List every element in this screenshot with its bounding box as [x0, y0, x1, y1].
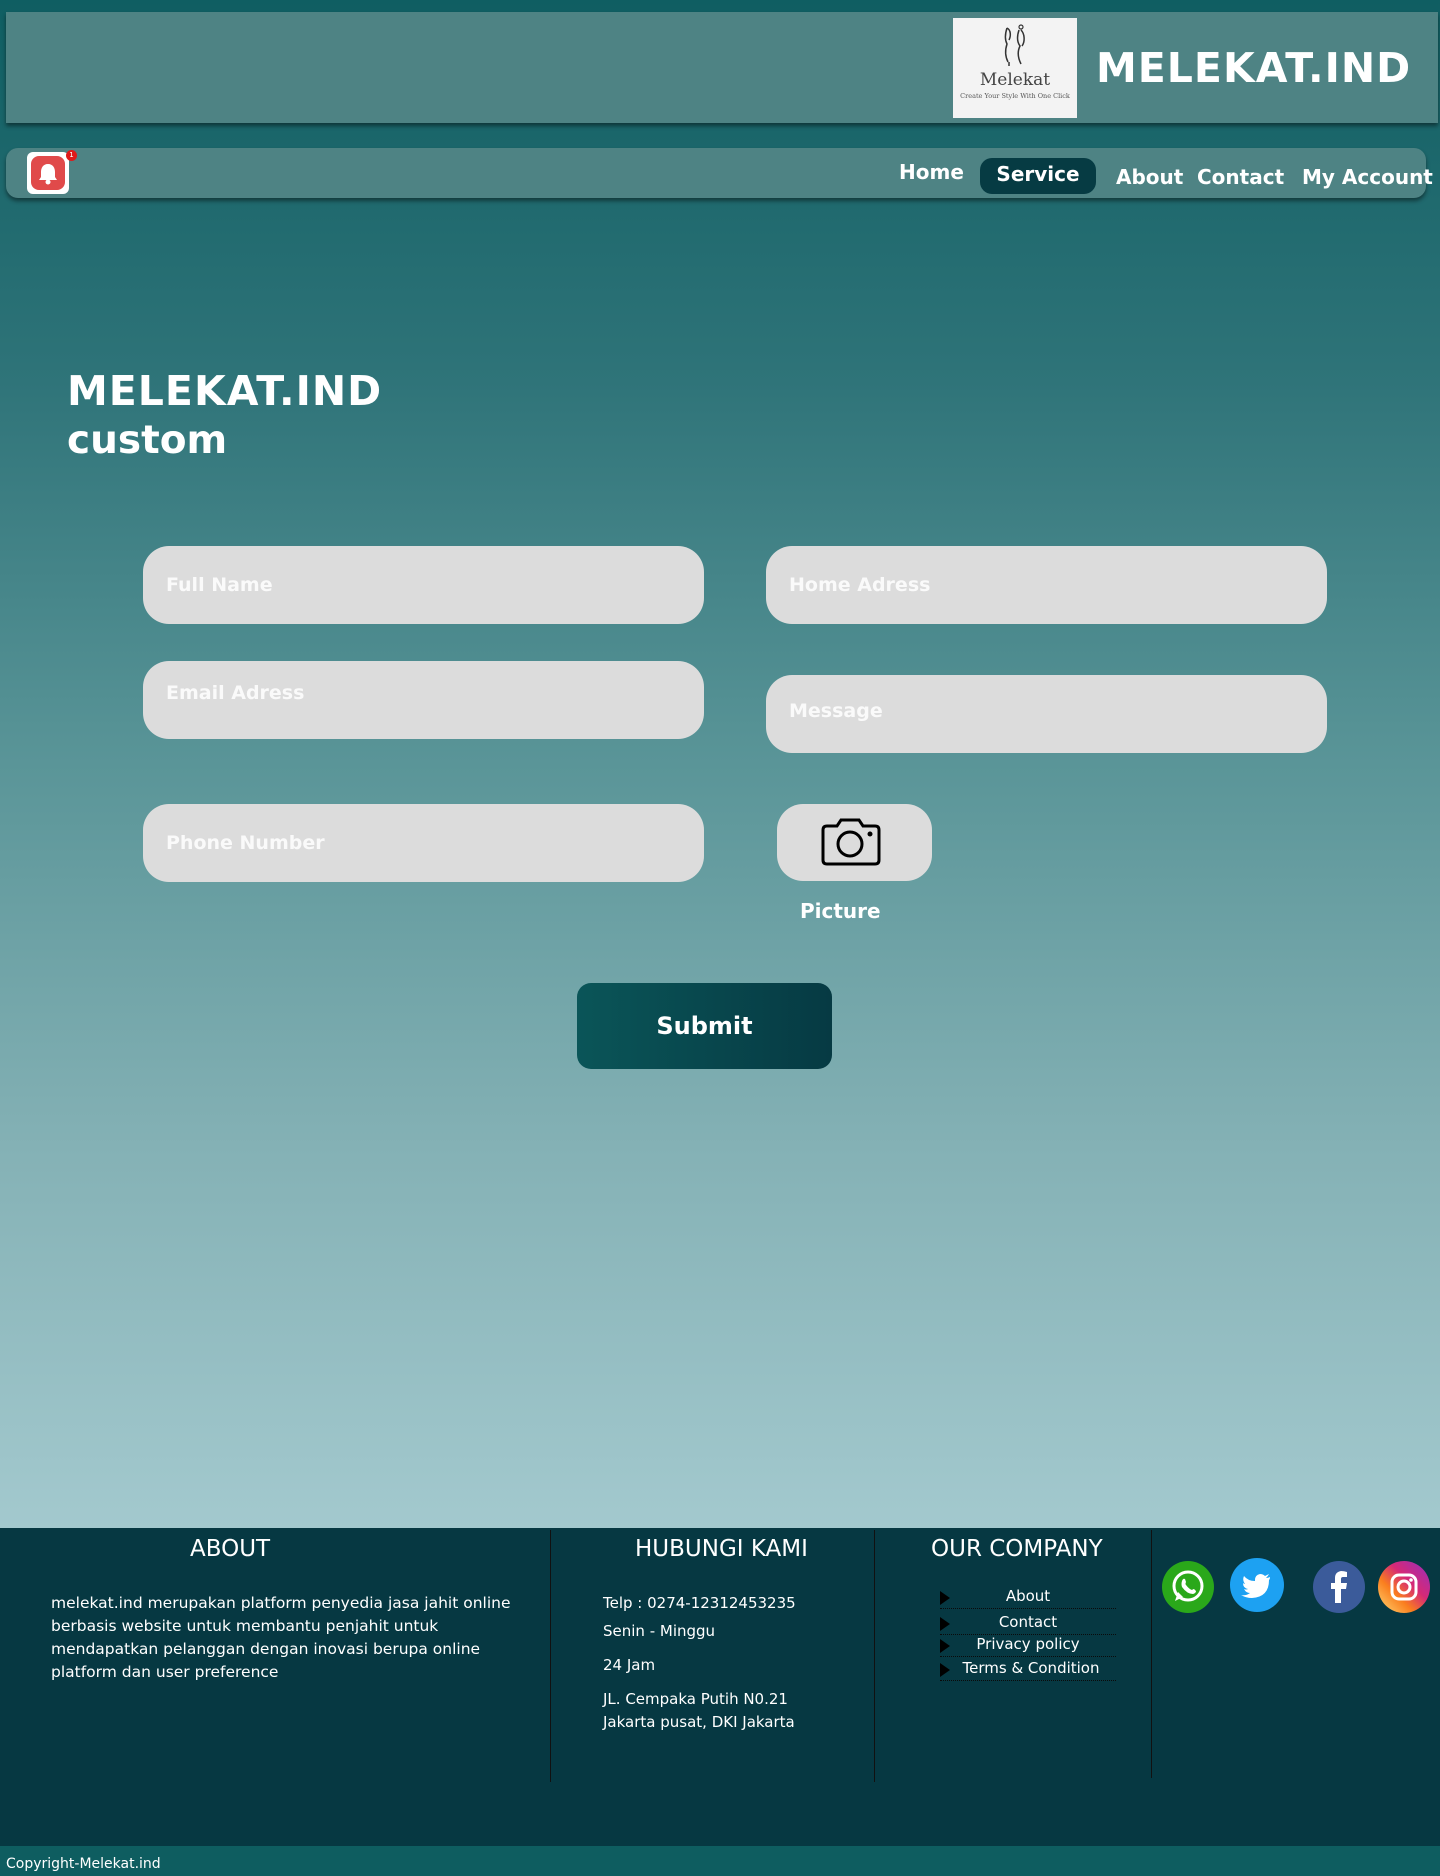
nav-contact[interactable]: Contact: [1197, 165, 1284, 189]
phone-input[interactable]: [143, 804, 704, 882]
footer-link-terms[interactable]: Terms & Condition: [940, 1658, 1116, 1681]
footer-divider: [874, 1530, 875, 1782]
footer-link-contact[interactable]: Contact: [940, 1612, 1116, 1635]
footer-about-text: melekat.ind merupakan platform penyedia …: [51, 1594, 511, 1681]
nav-about[interactable]: About: [1116, 165, 1183, 189]
nav-home[interactable]: Home: [899, 160, 964, 184]
brand-title: MELEKAT.IND: [1096, 44, 1412, 92]
twitter-icon[interactable]: [1230, 1558, 1284, 1612]
notification-badge: 1: [66, 150, 77, 161]
full-name-input[interactable]: [143, 546, 704, 624]
navbar: 1 Home Service About Contact My Account: [6, 148, 1433, 198]
message-input[interactable]: [766, 675, 1327, 753]
nav-service[interactable]: Service: [980, 158, 1096, 194]
bell-icon: [39, 164, 57, 185]
notification-icon-bg: [31, 156, 65, 190]
footer-divider: [550, 1530, 551, 1782]
contact-address-line2: Jakarta pusat, DKI Jakarta: [603, 1713, 795, 1731]
contact-hours: 24 Jam: [603, 1656, 656, 1674]
site-header: Melekat Create Your Style With One Click…: [6, 12, 1438, 123]
page-background: [0, 0, 1440, 1528]
home-address-input[interactable]: [766, 546, 1327, 624]
footer-link-privacy-policy[interactable]: Privacy policy: [940, 1634, 1116, 1657]
picture-label: Picture: [800, 899, 881, 923]
footer-divider: [1151, 1530, 1152, 1778]
contact-phone: Telp : 0274-12312453235: [603, 1594, 796, 1612]
footer-company-heading: OUR COMPANY: [931, 1536, 1103, 1562]
whatsapp-icon[interactable]: [1162, 1561, 1214, 1613]
footer-contact-heading: HUBUNGI KAMI: [635, 1536, 808, 1562]
email-input[interactable]: [143, 661, 704, 739]
contact-address-line1: JL. Cempaka Putih N0.21: [603, 1690, 788, 1708]
notification-button[interactable]: 1: [27, 150, 77, 194]
logo-tagline: Create Your Style With One Click: [960, 92, 1070, 100]
footer-about-heading: ABOUT: [190, 1536, 271, 1562]
facebook-icon[interactable]: [1313, 1561, 1365, 1613]
copyright-bar: [0, 1846, 1440, 1876]
instagram-icon[interactable]: [1378, 1561, 1430, 1613]
contact-days: Senin - Minggu: [603, 1622, 716, 1640]
picture-upload-button[interactable]: [777, 804, 932, 881]
page-title: MELEKAT.IND: [67, 367, 383, 415]
logo-name: Melekat: [979, 70, 1051, 90]
nav-my-account[interactable]: My Account: [1302, 165, 1433, 189]
copyright-text: Copyright-Melekat.ind: [6, 1856, 161, 1872]
dress-form-icon: [1004, 24, 1025, 66]
camera-icon: [821, 818, 881, 866]
footer: ABOUT melekat.ind merupakan platform pen…: [0, 1528, 1440, 1846]
page-subtitle: custom: [67, 418, 228, 463]
footer-link-about[interactable]: About: [940, 1586, 1116, 1609]
logo[interactable]: Melekat Create Your Style With One Click: [953, 18, 1077, 118]
submit-button[interactable]: Submit: [577, 983, 832, 1069]
